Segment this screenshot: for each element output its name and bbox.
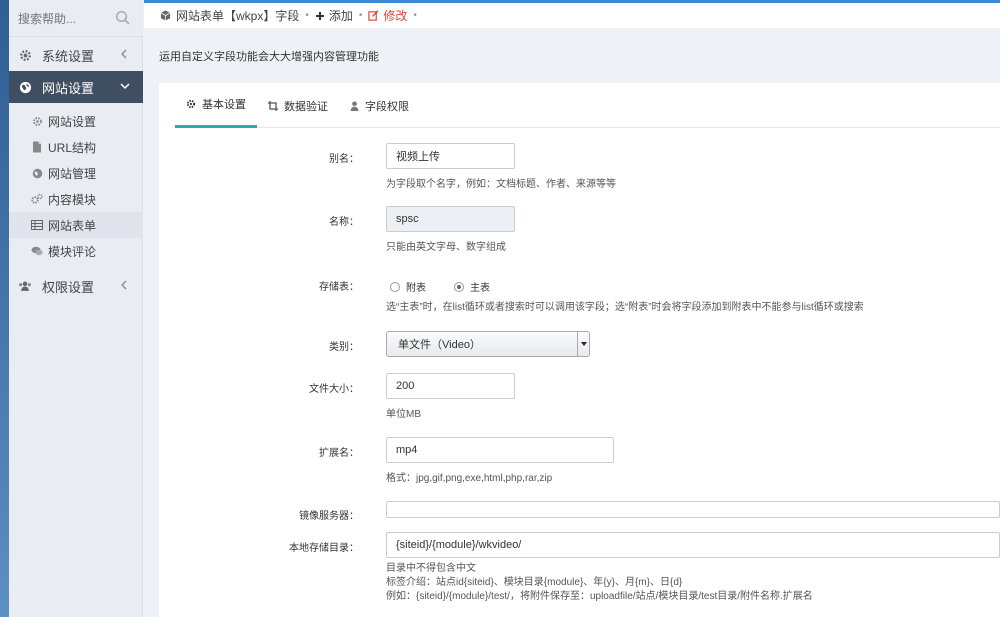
chevron-left-icon [119, 48, 129, 60]
sidebar: 系统设置 网站设置 网站设置 URL结构 网站管理 内容模 [0, 0, 143, 617]
search-input[interactable] [18, 9, 113, 29]
cogs-icon [31, 193, 43, 205]
sidebar-item-label: 网站设置 [48, 114, 97, 129]
chevron-left-icon [119, 279, 129, 291]
sidebar-item-label: 网站表单 [48, 218, 97, 233]
sidebar-item-website-settings[interactable]: 网站设置 [9, 108, 143, 134]
storage-help: 选“主表”时，在list循环或者搜索时可以调用该字段；选“附表”时会将字段添加到… [386, 302, 864, 313]
nav-permission-label: 权限设置 [42, 279, 95, 295]
globe-icon [31, 167, 43, 179]
extension-label: 扩展名： [319, 448, 359, 459]
tab-basic-settings[interactable]: 基本设置 [175, 83, 257, 128]
nav-permission-settings[interactable]: 权限设置 [9, 270, 143, 302]
name-label: 名称： [329, 217, 359, 228]
search-icon[interactable] [115, 10, 131, 26]
table-icon [31, 219, 43, 231]
radio-label: 附表 [406, 283, 426, 294]
filesize-help: 单位MB [386, 409, 421, 420]
tab-bar: 基本设置 数据验证 字段权限 [175, 83, 1000, 128]
sidebar-item-content-module[interactable]: 内容模块 [9, 186, 143, 212]
edit-icon [368, 10, 379, 21]
breadcrumb-bar: 网站表单【wkpx】字段 • 添加 • 修改 • [144, 0, 1000, 28]
alias-help: 为字段取个名字，例如：文档标题、作者、来源等等 [386, 179, 616, 190]
separator-dot: • [413, 10, 417, 21]
radio-circle [390, 281, 400, 292]
name-help: 只能由英文字母、数字组成 [386, 242, 506, 253]
type-select[interactable]: 单文件（Video） [386, 331, 590, 357]
filesize-label: 文件大小： [309, 384, 359, 395]
page-description: 运用自定义字段功能会大大增强内容管理功能 [159, 51, 379, 63]
local-dir-label: 本地存储目录： [289, 543, 359, 554]
edit-link[interactable]: 修改 [383, 7, 407, 24]
local-dir-help-2: 标签介绍：站点id{siteid}、模块目录{module}、年{y}、月{m}… [386, 577, 683, 588]
plus-icon [315, 11, 325, 21]
nav-website-settings[interactable]: 网站设置 [9, 71, 143, 103]
radio-label: 主表 [470, 283, 490, 294]
tab-label: 数据验证 [284, 100, 328, 113]
user-icon [350, 101, 359, 111]
search-box [9, 0, 143, 37]
users-icon [18, 279, 32, 293]
local-dir-input[interactable]: {siteid}/{module}/wkvideo/ [386, 532, 1000, 558]
extension-help: 格式：jpg,gif,png,exe,html,php,rar,zip [386, 473, 553, 484]
gear-icon [18, 48, 32, 62]
sidebar-item-label: 网站管理 [48, 166, 97, 181]
sidebar-item-label: 内容模块 [48, 192, 97, 207]
separator-dot: • [305, 10, 309, 21]
tab-data-validation[interactable]: 数据验证 [257, 83, 339, 128]
type-label: 类别： [329, 342, 359, 353]
crop-icon [268, 100, 278, 111]
local-dir-help-3: 例如：{siteid}/{module}/test/，将附件保存至：upload… [386, 591, 813, 602]
type-select-value: 单文件（Video） [398, 339, 481, 351]
sidebar-item-label: URL结构 [48, 140, 97, 155]
sidebar-item-module-comments[interactable]: 模块评论 [9, 238, 143, 264]
chevron-down-icon [119, 80, 130, 92]
tab-label: 字段权限 [365, 100, 409, 113]
desktop-edge [0, 0, 9, 617]
cog-icon [31, 115, 43, 127]
breadcrumb-form-fields[interactable]: 网站表单【wkpx】字段 [176, 7, 299, 24]
comments-icon [31, 245, 43, 257]
local-dir-help-1: 目录中不得包含中文 [386, 563, 476, 574]
file-icon [31, 141, 43, 153]
radio-circle-checked [454, 281, 464, 292]
alias-label: 别名： [329, 154, 359, 165]
cube-icon [160, 10, 171, 21]
storage-label: 存储表： [319, 282, 359, 293]
filesize-input[interactable]: 200 [386, 373, 515, 399]
tab-field-permission[interactable]: 字段权限 [339, 83, 420, 128]
alias-input[interactable]: 视频上传 [386, 143, 515, 169]
nav-system-label: 系统设置 [42, 48, 95, 64]
cog-icon [186, 99, 196, 109]
radio-main-table[interactable]: 主表 [454, 279, 490, 294]
extension-input[interactable]: mp4 [386, 437, 614, 463]
sidebar-item-url-structure[interactable]: URL结构 [9, 134, 143, 160]
nav-website-label: 网站设置 [42, 80, 95, 96]
add-link[interactable]: 添加 [329, 7, 353, 24]
separator-dot: • [358, 10, 363, 21]
sidebar-item-label: 模块评论 [48, 244, 97, 259]
name-input[interactable]: spsc [386, 206, 515, 232]
nav-system-settings[interactable]: 系统设置 [9, 39, 143, 71]
radio-attached-table[interactable]: 附表 [390, 279, 426, 294]
mirror-server-select[interactable] [386, 501, 1000, 518]
sidebar-item-website-form[interactable]: 网站表单 [9, 212, 143, 238]
mirror-server-label: 镜像服务器： [299, 511, 359, 522]
sidebar-item-site-management[interactable]: 网站管理 [9, 160, 143, 186]
dropdown-arrow-icon [577, 332, 589, 356]
tab-label: 基本设置 [202, 99, 246, 111]
globe-icon [18, 80, 32, 94]
form-panel: 基本设置 数据验证 字段权限 别名： 视频上传 为字段取个名字，例如：文档标题、… [159, 83, 1000, 617]
